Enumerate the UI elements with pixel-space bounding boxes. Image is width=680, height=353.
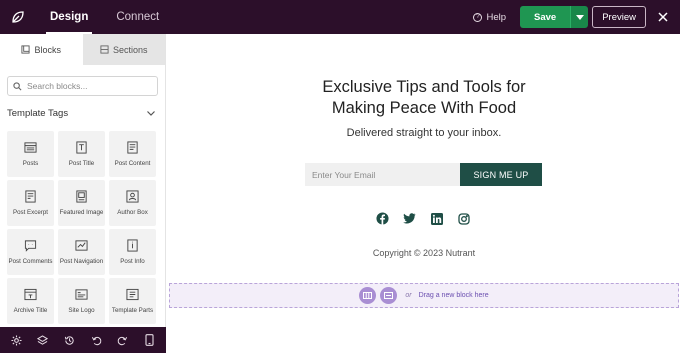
- tab-blocks-label: Blocks: [34, 44, 61, 55]
- block-post-content[interactable]: Post Content: [109, 131, 156, 177]
- undo-button[interactable]: [89, 333, 103, 347]
- search-box: [7, 76, 158, 96]
- twitter-icon[interactable]: [403, 212, 416, 225]
- block-label: Post Navigation: [59, 258, 104, 265]
- help-icon: ?: [473, 12, 483, 22]
- redo-button[interactable]: [116, 333, 130, 347]
- tab-design[interactable]: Design: [36, 0, 102, 34]
- sections-icon: [100, 45, 109, 54]
- block-post-info[interactable]: Post Info: [109, 229, 156, 275]
- block-label: Featured Image: [59, 209, 104, 216]
- block-post-excerpt[interactable]: Post Excerpt: [7, 180, 54, 226]
- block-label: Archive Title: [13, 307, 48, 314]
- block-label: Post Comments: [8, 258, 53, 265]
- tab-sections-label: Sections: [112, 44, 148, 55]
- search-icon: [13, 81, 22, 90]
- settings-icon: [11, 334, 22, 346]
- post-title-icon: [76, 141, 87, 154]
- block-featured-image[interactable]: Featured Image: [58, 180, 105, 226]
- facebook-icon[interactable]: [376, 212, 389, 225]
- post-comments-icon: [24, 240, 37, 252]
- section-grid-icon: [363, 292, 373, 299]
- save-button-group: Save: [520, 6, 589, 28]
- revision-history-button[interactable]: [63, 333, 77, 347]
- tab-connect[interactable]: Connect: [102, 0, 173, 34]
- template-tags-grid: Posts Post Title Post Content Post Excer…: [7, 131, 157, 324]
- close-builder-button[interactable]: [656, 10, 670, 24]
- social-icons: [376, 212, 470, 225]
- device-preview-button[interactable]: [143, 333, 157, 347]
- page-headline[interactable]: Exclusive Tips and Tools for Making Peac…: [168, 77, 680, 119]
- author-box-icon: [126, 190, 139, 203]
- template-icon: [384, 292, 394, 299]
- add-section-button[interactable]: [359, 287, 377, 304]
- headline-line-1: Exclusive Tips and Tools for: [322, 78, 526, 96]
- template-tags-header[interactable]: Template Tags: [7, 106, 155, 120]
- block-drop-zone[interactable]: or Drag a new block here: [169, 283, 679, 308]
- block-label: Posts: [22, 160, 39, 167]
- block-label: Post Content: [114, 160, 151, 167]
- history-icon: [65, 335, 74, 345]
- redo-icon: [118, 336, 128, 345]
- email-field[interactable]: [305, 163, 460, 186]
- block-label: Site Logo: [68, 307, 95, 314]
- save-button[interactable]: Save: [520, 6, 571, 28]
- template-tags-title: Template Tags: [7, 107, 69, 119]
- help-label: Help: [486, 11, 507, 23]
- post-navigation-icon: [75, 240, 88, 251]
- block-label: Template Parts: [111, 307, 154, 314]
- top-bar: Design Connect ? Help Save Preview: [0, 0, 680, 34]
- template-parts-icon: [126, 288, 139, 301]
- block-post-title[interactable]: Post Title: [58, 131, 105, 177]
- posts-icon: [24, 142, 37, 153]
- close-icon: [658, 12, 668, 22]
- undo-icon: [91, 336, 102, 345]
- drop-zone-label: Drag a new block here: [418, 292, 489, 299]
- block-archive-title[interactable]: Archive Title: [7, 278, 54, 324]
- save-options-button[interactable]: [570, 6, 589, 28]
- headline-line-2: Making Peace With Food: [331, 99, 517, 117]
- chevron-down-icon: [147, 110, 155, 116]
- global-settings-button[interactable]: [9, 333, 23, 347]
- help-link[interactable]: ? Help: [473, 12, 506, 23]
- sidebar-tabs: Blocks Sections: [0, 34, 165, 65]
- instagram-icon[interactable]: [457, 212, 470, 225]
- layers-button[interactable]: [36, 333, 50, 347]
- block-label: Post Excerpt: [12, 209, 49, 216]
- block-post-navigation[interactable]: Post Navigation: [58, 229, 105, 275]
- mobile-preview-icon: [145, 334, 154, 346]
- caret-down-icon: [575, 14, 584, 20]
- post-info-icon: [127, 239, 138, 252]
- add-template-button[interactable]: [380, 287, 398, 304]
- site-logo-icon: [75, 289, 88, 300]
- blocks-sidebar: Blocks Sections Template Tags Posts Post…: [0, 34, 166, 327]
- block-label: Author Box: [117, 209, 148, 216]
- copyright-text[interactable]: Copyright © 2023 Nutrant: [168, 248, 680, 258]
- page-canvas: Exclusive Tips and Tools for Making Peac…: [168, 34, 680, 353]
- block-post-comments[interactable]: Post Comments: [7, 229, 54, 275]
- archive-title-icon: [24, 288, 37, 301]
- drop-zone-or: or: [405, 292, 412, 299]
- preview-button[interactable]: Preview: [592, 6, 646, 28]
- tab-sections[interactable]: Sections: [82, 34, 165, 65]
- seedprod-logo-icon[interactable]: [0, 0, 36, 34]
- block-site-logo[interactable]: Site Logo: [58, 278, 105, 324]
- block-template-parts[interactable]: Template Parts: [109, 278, 156, 324]
- blocks-icon: [21, 45, 31, 54]
- block-author-box[interactable]: Author Box: [109, 180, 156, 226]
- layers-icon: [37, 334, 49, 345]
- block-label: Post Info: [120, 258, 145, 265]
- search-blocks-input[interactable]: [27, 81, 147, 91]
- featured-image-icon: [76, 190, 87, 203]
- block-label: Post Title: [68, 160, 95, 167]
- post-content-icon: [127, 141, 138, 154]
- linkedin-icon[interactable]: [430, 212, 443, 225]
- block-posts[interactable]: Posts: [7, 131, 54, 177]
- bottom-toolbar: [0, 327, 166, 353]
- tab-blocks[interactable]: Blocks: [0, 34, 83, 65]
- sign-me-up-button[interactable]: SIGN ME UP: [460, 163, 542, 186]
- page-subheadline[interactable]: Delivered straight to your inbox.: [168, 127, 680, 139]
- post-excerpt-icon: [25, 190, 36, 203]
